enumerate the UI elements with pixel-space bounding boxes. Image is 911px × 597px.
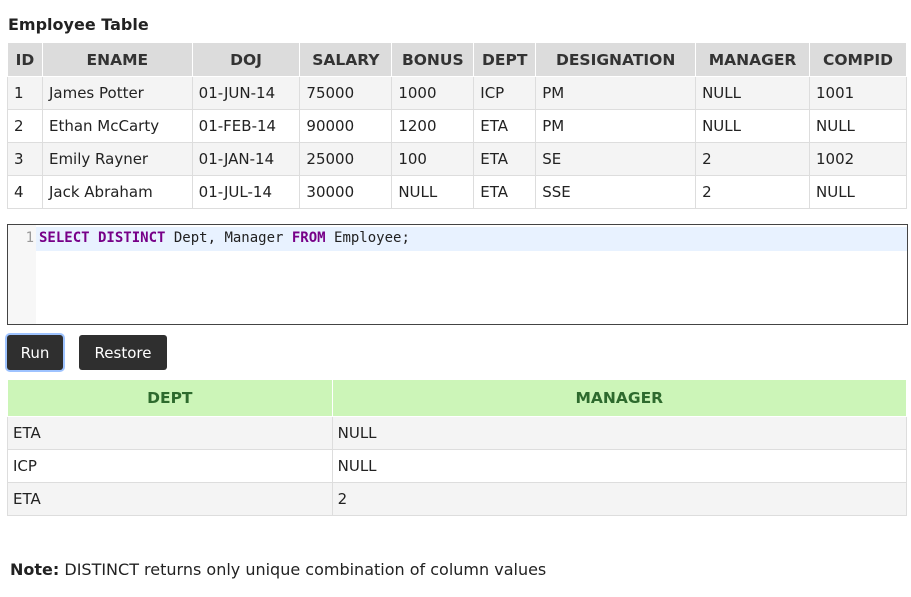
table-row: 4 Jack Abraham 01-JUL-14 30000 NULL ETA … (7, 175, 907, 209)
code-line[interactable]: SELECT DISTINCT Dept, Manager FROM Emplo… (39, 230, 410, 246)
result-col-header-dept: DEPT (7, 379, 333, 417)
cell: ICP (7, 449, 333, 483)
line-number: 1 (25, 230, 34, 246)
cell: 2 (7, 109, 43, 143)
cell: NULL (695, 76, 810, 110)
table-row: ICP NULL (7, 449, 908, 483)
cell: SSE (535, 175, 697, 209)
cell: 01-JAN-14 (191, 142, 301, 176)
cell: NULL (391, 175, 475, 209)
cell: 30000 (299, 175, 393, 209)
editor-gutter: 1 (8, 225, 36, 324)
cell: PM (535, 109, 697, 143)
cell: 01-JUN-14 (191, 76, 301, 110)
col-header-ename: ENAME (41, 42, 193, 77)
table-row: ETA 2 (7, 482, 908, 516)
cell: ETA (473, 109, 537, 143)
cell: 100 (391, 142, 475, 176)
cell: ETA (473, 142, 537, 176)
cell: NULL (331, 449, 908, 483)
note-label: Note: (10, 560, 60, 579)
cell: ETA (7, 482, 333, 516)
cell: 4 (7, 175, 43, 209)
col-header-compid: COMPID (809, 42, 907, 77)
col-header-dept: DEPT (473, 42, 537, 77)
cell: NULL (809, 109, 907, 143)
cell: 1000 (391, 76, 475, 110)
result-table: DEPT MANAGER ETA NULL ICP NULL ETA 2 (7, 379, 908, 516)
cell: 01-FEB-14 (191, 109, 301, 143)
sql-text: Dept, Manager (165, 230, 292, 246)
cell: Ethan McCarty (41, 109, 193, 143)
cell: ETA (473, 175, 537, 209)
cell: 01-JUL-14 (191, 175, 301, 209)
cell: 2 (695, 175, 810, 209)
cell: NULL (809, 175, 907, 209)
col-header-doj: DOJ (191, 42, 301, 77)
cell: ICP (473, 76, 537, 110)
cell: SE (535, 142, 697, 176)
sql-keyword: FROM (291, 230, 326, 246)
cell: 1 (7, 76, 43, 110)
employee-table: ID ENAME DOJ SALARY BONUS DEPT DESIGNATI… (7, 42, 907, 209)
note: Note: DISTINCT returns only unique combi… (10, 560, 546, 579)
col-header-salary: SALARY (299, 42, 393, 77)
run-button[interactable]: Run (7, 335, 63, 370)
restore-button[interactable]: Restore (79, 335, 167, 370)
cell: ETA (7, 416, 333, 450)
cell: 90000 (299, 109, 393, 143)
cell: 3 (7, 142, 43, 176)
col-header-manager: MANAGER (695, 42, 810, 77)
cell: NULL (695, 109, 810, 143)
cell: 2 (331, 482, 908, 516)
table-row: 3 Emily Rayner 01-JAN-14 25000 100 ETA S… (7, 142, 907, 176)
result-col-header-manager: MANAGER (331, 379, 908, 417)
cell: 1200 (391, 109, 475, 143)
cell: 25000 (299, 142, 393, 176)
sql-keyword: SELECT DISTINCT (39, 230, 166, 246)
cell: 75000 (299, 76, 393, 110)
cell: NULL (331, 416, 908, 450)
col-header-id: ID (7, 42, 43, 77)
col-header-bonus: BONUS (391, 42, 475, 77)
result-header-row: DEPT MANAGER (7, 379, 908, 417)
sql-editor[interactable]: 1 SELECT DISTINCT Dept, Manager FROM Emp… (7, 224, 908, 325)
note-text: DISTINCT returns only unique combination… (59, 560, 547, 579)
cell: James Potter (41, 76, 193, 110)
cell: Jack Abraham (41, 175, 193, 209)
cell: 2 (695, 142, 810, 176)
employee-header-row: ID ENAME DOJ SALARY BONUS DEPT DESIGNATI… (7, 42, 907, 77)
cell: Emily Rayner (41, 142, 193, 176)
sql-text: Employee; (325, 230, 410, 246)
table-row: ETA NULL (7, 416, 908, 450)
col-header-designation: DESIGNATION (535, 42, 697, 77)
cell: 1001 (809, 76, 907, 110)
cell: PM (535, 76, 697, 110)
employee-table-title: Employee Table (8, 15, 149, 34)
table-row: 2 Ethan McCarty 01-FEB-14 90000 1200 ETA… (7, 109, 907, 143)
table-row: 1 James Potter 01-JUN-14 75000 1000 ICP … (7, 76, 907, 110)
cell: 1002 (809, 142, 907, 176)
